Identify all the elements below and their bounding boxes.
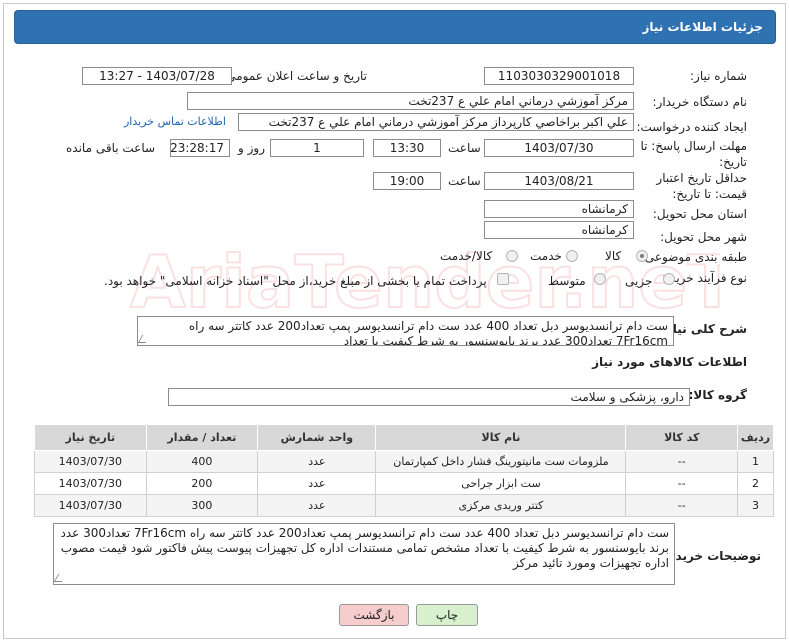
page-title: جزئیات اطلاعات نیاز xyxy=(642,20,763,34)
requester-field: علي اکبر براخاصي کارپرداز مرکز آموزشي در… xyxy=(238,113,634,131)
cell-need-date: 1403/07/30 xyxy=(34,472,147,495)
category-service-label: خدمت xyxy=(530,249,562,263)
overall-desc-text: ست دام ترانسديوسر دبل تعداد 400 عدد ست د… xyxy=(188,319,668,346)
deadline-time-field: 13:30 xyxy=(373,139,441,157)
category-both-radio[interactable] xyxy=(506,250,518,262)
cell-unit: عدد xyxy=(257,472,377,495)
cell-unit: عدد xyxy=(257,450,377,473)
price-validity-time-field: 19:00 xyxy=(373,172,441,190)
remaining-days-field: 1 xyxy=(270,139,364,157)
cell-unit: عدد xyxy=(257,494,377,517)
cell-item-name: کتتر وریدی مرکزی xyxy=(375,494,627,517)
category-goods-radio[interactable] xyxy=(636,250,648,262)
announce-datetime-field: 1403/07/28 - 13:27 xyxy=(82,67,232,85)
price-validity-time-label: ساعت xyxy=(448,174,481,188)
table-header-row: ردیف کد کالا نام کالا واحد شمارش تعداد /… xyxy=(34,424,774,451)
table-row: 1 -- ملزومات ست مانیتورینگ فشار داخل کمپ… xyxy=(34,450,774,473)
price-validity-label: حداقل تاریخ اعتبار قیمت: تا تاریخ: xyxy=(656,171,747,201)
buyer-notes-text: ست دام ترانسديوسر دبل تعداد 400 عدد ست د… xyxy=(60,526,669,570)
cell-need-date: 1403/07/30 xyxy=(34,450,147,473)
cell-item-code: -- xyxy=(625,494,739,517)
city-field: کرمانشاه xyxy=(484,221,634,239)
cell-item-name: ملزومات ست مانیتورینگ فشار داخل کمپارتما… xyxy=(375,450,627,473)
treasury-bond-note: پرداخت تمام یا بخشی از مبلغ خرید،از محل … xyxy=(104,274,487,288)
purchase-medium-label: متوسط xyxy=(548,274,586,288)
purchase-minor-radio[interactable] xyxy=(663,273,675,285)
price-validity-date-field: 1403/08/21 xyxy=(484,172,634,190)
category-both-label: کالا/خدمت xyxy=(440,249,493,263)
announce-datetime-label: تاریخ و ساعت اعلان عمومی: xyxy=(222,69,367,83)
resize-handle-icon[interactable] xyxy=(138,335,151,343)
requester-label: ایجاد کننده درخواست: xyxy=(636,120,747,134)
remaining-time-field: 23:28:17 xyxy=(170,139,230,157)
header-bar: جزئیات اطلاعات نیاز xyxy=(14,10,776,44)
back-button[interactable]: بازگشت xyxy=(339,604,409,626)
category-label: طبقه بندی موضوعی: xyxy=(640,250,747,264)
cell-quantity: 200 xyxy=(145,472,259,495)
resize-handle-icon[interactable] xyxy=(54,574,67,582)
cell-item-code: -- xyxy=(625,472,739,495)
goods-table: ردیف کد کالا نام کالا واحد شمارش تعداد /… xyxy=(34,424,774,517)
buyer-org-label: نام دستگاه خریدار: xyxy=(652,95,748,109)
category-service-radio[interactable] xyxy=(566,250,578,262)
cell-row-number: 3 xyxy=(737,494,774,517)
cell-quantity: 400 xyxy=(145,450,259,473)
col-header-unit: واحد شمارش xyxy=(257,424,377,451)
days-label: روز و xyxy=(238,141,265,155)
remaining-time-label: ساعت باقی مانده xyxy=(66,141,156,155)
goods-group-field: دارو، پزشکی و سلامت xyxy=(168,388,690,406)
col-header-row-number: ردیف xyxy=(737,424,774,451)
cell-item-name: ست ابزار جراحی xyxy=(375,472,627,495)
cell-need-date: 1403/07/30 xyxy=(34,494,147,517)
goods-group-label: گروه کالا: xyxy=(688,388,747,402)
need-number-field: 1103030329001018 xyxy=(484,67,634,85)
treasury-bond-checkbox[interactable] xyxy=(497,273,509,285)
city-label: شهر محل تحویل: xyxy=(660,230,747,244)
print-button[interactable]: چاپ xyxy=(416,604,478,626)
need-number-label: شماره نیاز: xyxy=(690,69,747,83)
deadline-label: مهلت ارسال پاسخ: تا تاریخ: xyxy=(640,139,747,169)
purchase-minor-label: جزیی xyxy=(625,274,653,288)
overall-desc-textarea[interactable]: ست دام ترانسديوسر دبل تعداد 400 عدد ست د… xyxy=(137,316,674,346)
buyer-org-field: مرکز آموزشي درماني امام علي ع 237تخت xyxy=(187,92,634,110)
col-header-item-name: نام کالا xyxy=(375,424,627,451)
category-goods-label: کالا xyxy=(605,249,622,263)
col-header-need-date: تاریخ نیاز xyxy=(34,424,147,451)
table-row: 3 -- کتتر وریدی مرکزی عدد 300 1403/07/30 xyxy=(34,494,774,517)
table-row: 2 -- ست ابزار جراحی عدد 200 1403/07/30 xyxy=(34,472,774,495)
deadline-time-label: ساعت xyxy=(448,141,481,155)
goods-section-title: اطلاعات کالاهای مورد نیاز xyxy=(592,355,747,369)
purchase-medium-radio[interactable] xyxy=(594,273,606,285)
deadline-date-field: 1403/07/30 xyxy=(484,139,634,157)
col-header-item-code: کد کالا xyxy=(625,424,739,451)
cell-quantity: 300 xyxy=(145,494,259,517)
province-label: استان محل تحویل: xyxy=(652,207,747,221)
buyer-notes-textarea[interactable]: ست دام ترانسديوسر دبل تعداد 400 عدد ست د… xyxy=(53,523,675,585)
province-field: کرمانشاه xyxy=(484,200,634,218)
buyer-contact-link[interactable]: اطلاعات تماس خریدار xyxy=(124,115,226,128)
cell-item-code: -- xyxy=(625,450,739,473)
cell-row-number: 1 xyxy=(737,450,774,473)
cell-row-number: 2 xyxy=(737,472,774,495)
col-header-quantity: تعداد / مقدار xyxy=(145,424,259,451)
